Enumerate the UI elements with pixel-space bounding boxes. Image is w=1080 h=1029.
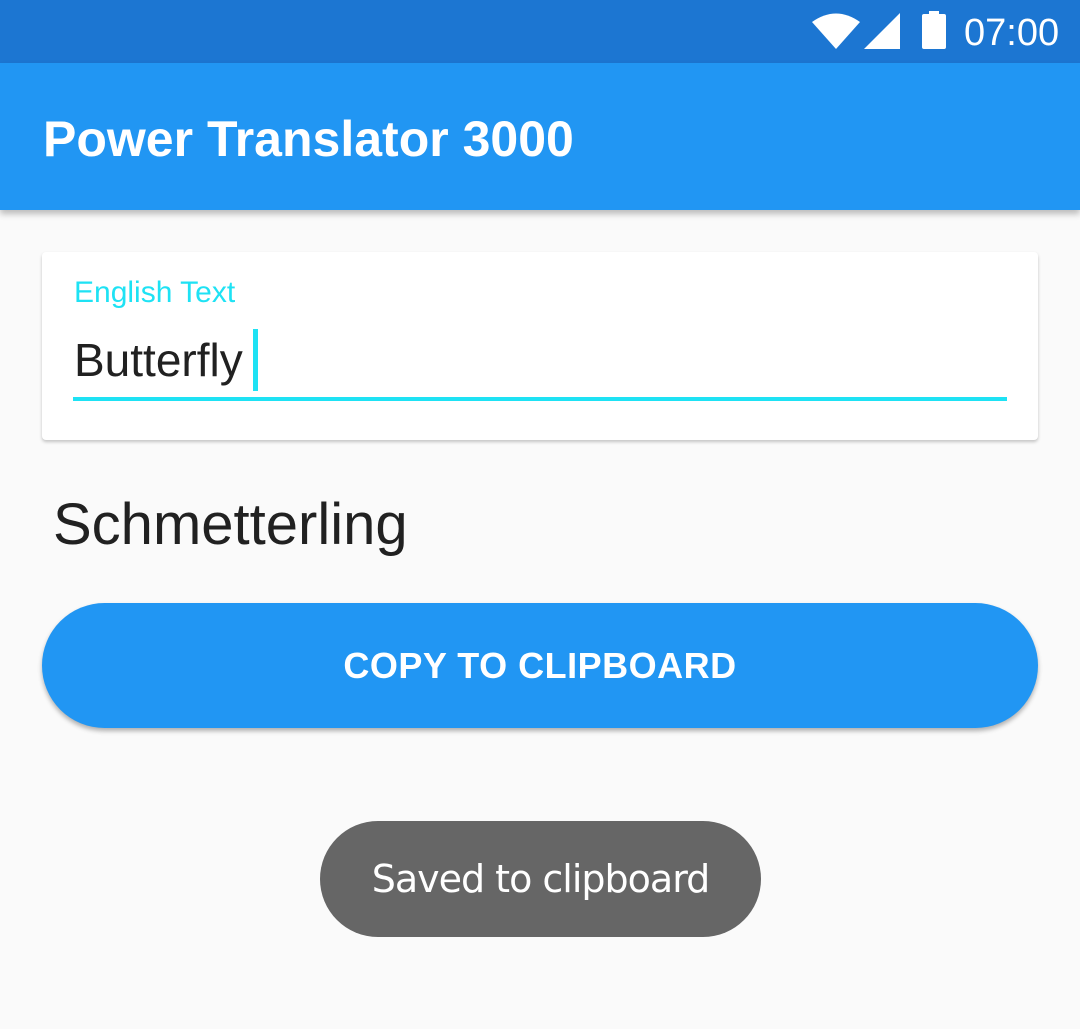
- english-text-value[interactable]: Butterfly: [74, 334, 243, 386]
- app-bar: Power Translator 3000: [0, 63, 1080, 210]
- english-text-label: English Text: [74, 276, 236, 309]
- translation-output: Schmetterling: [53, 492, 408, 557]
- cell-signal-icon: [864, 13, 900, 49]
- wifi-icon: [812, 13, 860, 49]
- text-cursor: [252, 329, 258, 391]
- input-card: English Text Butterfly: [42, 252, 1038, 440]
- input-underline: [73, 397, 1007, 401]
- app-title: Power Translator 3000: [43, 111, 574, 167]
- status-bar: 07:00: [0, 0, 1080, 63]
- copy-to-clipboard-button[interactable]: COPY TO CLIPBOARD: [42, 603, 1038, 728]
- status-time: 07:00: [964, 12, 1060, 54]
- english-text-input[interactable]: Butterfly: [74, 328, 258, 392]
- battery-icon: [922, 11, 946, 49]
- saved-toast: Saved to clipboard: [320, 821, 761, 937]
